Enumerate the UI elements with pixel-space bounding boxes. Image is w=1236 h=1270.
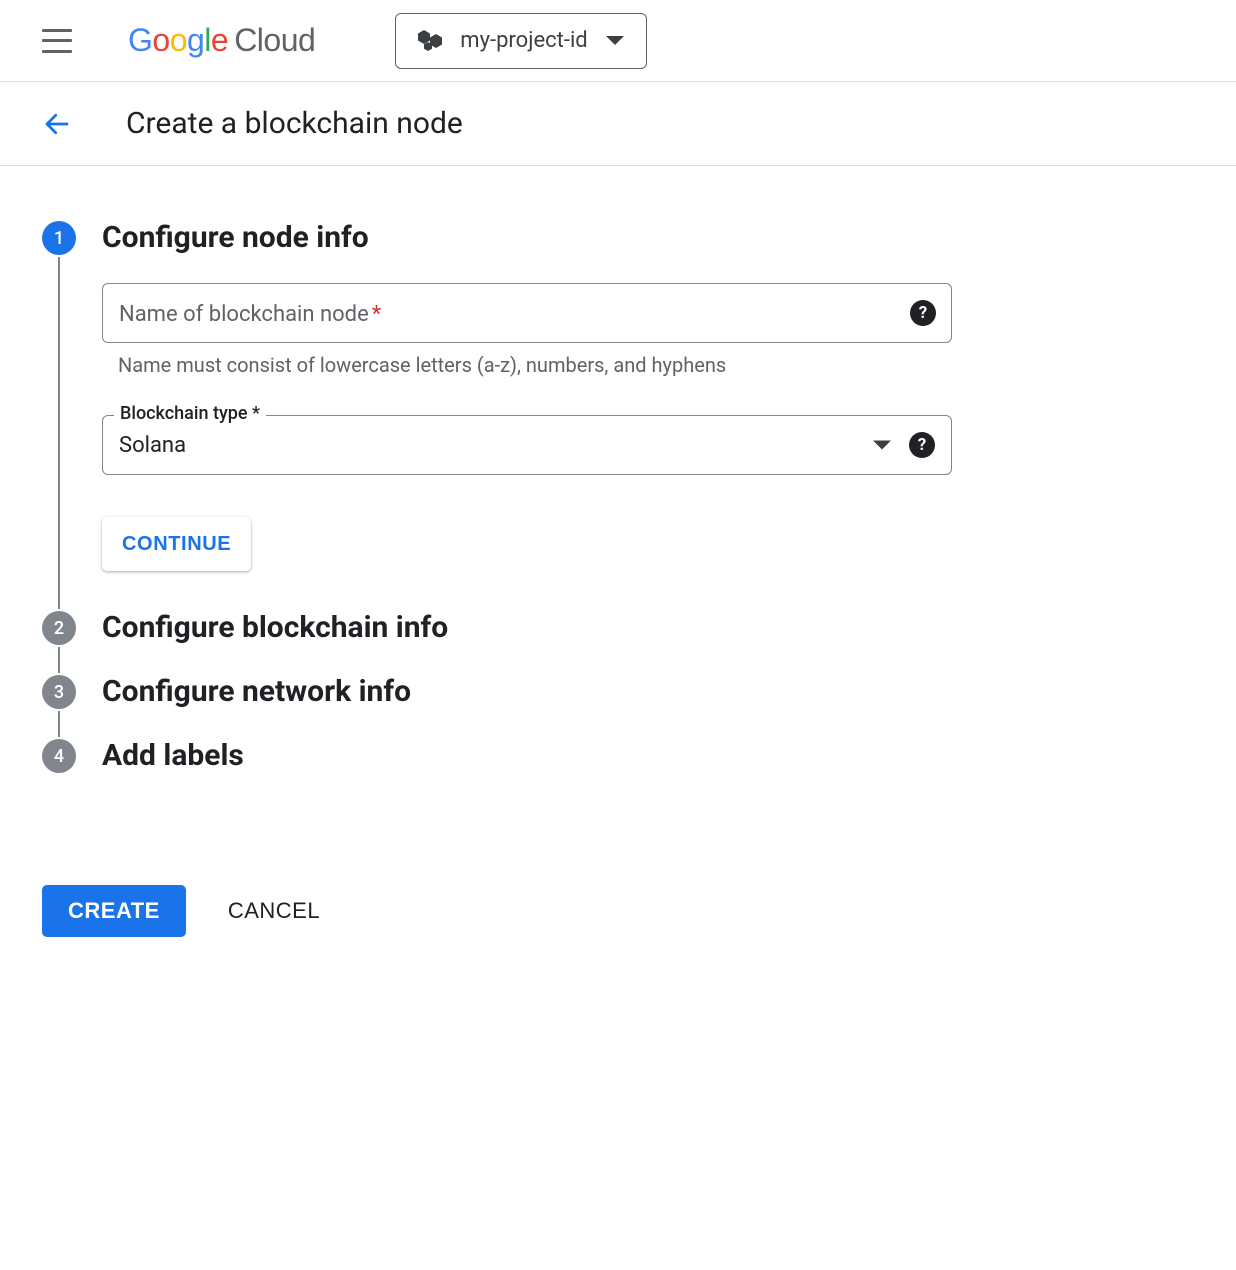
cancel-button[interactable]: CANCEL	[228, 898, 320, 924]
node-name-input[interactable]: Name of blockchain node *	[102, 283, 952, 343]
top-bar: Google Cloud my-project-id	[0, 0, 1236, 82]
chevron-down-icon	[873, 441, 891, 450]
back-arrow-icon[interactable]	[42, 109, 72, 139]
blockchain-type-select[interactable]: Solana ?	[102, 415, 952, 475]
help-icon[interactable]: ?	[909, 432, 935, 458]
step-connector	[58, 647, 60, 673]
project-hex-icon	[418, 30, 442, 52]
step-connector	[58, 257, 60, 609]
continue-button[interactable]: CONTINUE	[102, 517, 251, 571]
node-name-group: Name of blockchain node * ? Name must co…	[102, 283, 952, 377]
stepper: 1 Configure node info Name of blockchain…	[42, 221, 1194, 799]
step-rail: 1	[42, 221, 76, 611]
node-name-hint: Name must consist of lowercase letters (…	[102, 353, 952, 377]
step-configure-network-info[interactable]: 3 Configure network info	[42, 675, 1194, 739]
page-title: Create a blockchain node	[126, 106, 463, 141]
blockchain-type-label: Blockchain type *	[114, 403, 266, 424]
create-button[interactable]: CREATE	[42, 885, 186, 937]
node-name-label: Name of blockchain node	[119, 302, 369, 327]
project-picker[interactable]: my-project-id	[395, 13, 646, 69]
chevron-down-icon	[606, 36, 624, 45]
step-title-4: Add labels	[102, 739, 952, 773]
blockchain-type-value: Solana	[119, 433, 186, 458]
menu-icon[interactable]	[42, 29, 72, 53]
step-add-labels[interactable]: 4 Add labels	[42, 739, 1194, 799]
step-number-2: 2	[42, 611, 76, 645]
blockchain-type-group: Blockchain type * Solana ?	[102, 415, 952, 475]
required-asterisk: *	[372, 302, 381, 327]
step-configure-blockchain-info[interactable]: 2 Configure blockchain info	[42, 611, 1194, 675]
step-number-3: 3	[42, 675, 76, 709]
step-title-1: Configure node info	[102, 221, 952, 255]
step-connector	[58, 711, 60, 737]
title-bar: Create a blockchain node	[0, 82, 1236, 166]
step-title-2: Configure blockchain info	[102, 611, 952, 645]
project-id-label: my-project-id	[460, 28, 587, 53]
google-cloud-logo: Google Cloud	[128, 22, 315, 59]
logo-cloud-text: Cloud	[234, 22, 315, 59]
step-configure-node-info: 1 Configure node info Name of blockchain…	[42, 221, 1194, 611]
footer-actions: CREATE CANCEL	[42, 885, 1194, 937]
step-number-4: 4	[42, 739, 76, 773]
step-number-1: 1	[42, 221, 76, 255]
step-title-3: Configure network info	[102, 675, 952, 709]
help-icon[interactable]: ?	[910, 300, 936, 326]
content-area: 1 Configure node info Name of blockchain…	[0, 166, 1236, 977]
